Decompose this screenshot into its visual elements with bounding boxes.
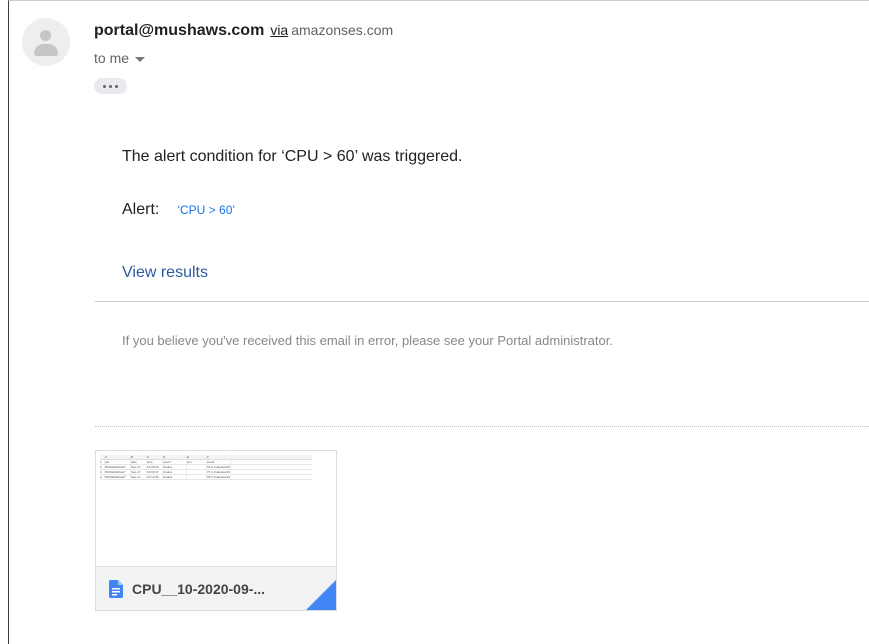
sheet-header-cell: C — [147, 455, 163, 459]
avatar-body-icon — [34, 44, 58, 56]
recipient-label: to me — [94, 50, 130, 66]
attachment-filename: CPU__10-2020-09-... — [132, 580, 266, 597]
attachment-corner-fold — [306, 580, 336, 610]
view-results-link[interactable]: View results — [122, 264, 208, 282]
sheet-cell: report — [163, 460, 187, 464]
attachment-card[interactable]: A B C D E F 1 uid date time report cpu email 2 5063a6b… — [95, 450, 337, 611]
sender-avatar[interactable] — [22, 18, 70, 66]
sheet-row: 4 5063a6b4fca27 Sep-17 10:12:36 chakra 55.3 c… — [100, 475, 312, 480]
dot-icon — [103, 84, 106, 88]
sheet-cell: Sep-17 — [131, 475, 147, 479]
via-link[interactable]: via — [270, 22, 288, 38]
show-trimmed-content-button[interactable] — [94, 78, 127, 94]
disclaimer-text: If you believe you've received this emai… — [122, 333, 613, 348]
sheet-cell: 5063a6b4fca27 — [105, 465, 131, 469]
sheet-cell: email — [207, 460, 231, 464]
sheet-header-cell: E — [187, 455, 207, 459]
divider — [95, 301, 869, 302]
sheet-cell: 10:12:36 — [147, 475, 163, 479]
sheet-cell: 10:09:36 — [147, 465, 163, 469]
sheet-header-cell: D — [163, 455, 187, 459]
sheet-cell: 52.9 chakravarthi@gm — [207, 465, 231, 469]
sheet-cell: 5063a6b4fca27 — [105, 470, 131, 474]
alert-link[interactable]: ‘CPU > 60’ — [177, 203, 235, 217]
sheet-cell: 10:09:37 — [147, 470, 163, 474]
sheet-cell: chakra — [163, 475, 187, 479]
sheet-cell: chakra — [163, 470, 187, 474]
sender-address[interactable]: portal@mushaws.com — [94, 22, 264, 39]
attachment-name-bar: CPU__10-2020-09-... — [96, 567, 336, 610]
via-domain: amazonses.com — [291, 22, 394, 38]
sheet-cell — [187, 470, 207, 474]
sheet-cell: cpu — [187, 460, 207, 464]
alert-message: The alert condition for ‘CPU > 60’ was t… — [122, 148, 463, 165]
dot-icon — [115, 84, 118, 88]
spreadsheet-preview: A B C D E F 1 uid date time report cpu email 2 5063a6b… — [100, 455, 312, 480]
sheet-cell: 5063a6b4fca27 — [105, 475, 131, 479]
sheet-header-cell: F — [207, 455, 231, 459]
doc-icon — [109, 579, 123, 598]
avatar-head-icon — [40, 30, 51, 41]
sheet-header-cell: A — [105, 455, 131, 459]
sheet-header-cell: B — [131, 455, 147, 459]
sheet-cell — [187, 465, 207, 469]
chevron-down-icon[interactable] — [135, 56, 146, 62]
sheet-cell: Sep-17 — [131, 465, 147, 469]
sheet-cell: uid — [105, 460, 131, 464]
alert-row: Alert: ‘CPU > 60’ — [122, 201, 235, 219]
attachment-divider — [95, 426, 869, 427]
recipient-dropdown[interactable]: to me — [94, 49, 146, 67]
dot-icon — [109, 84, 112, 88]
sheet-cell: Sep-17 — [131, 470, 147, 474]
sheet-cell: date — [131, 460, 147, 464]
sheet-cell: 77.1 chakravarthi@gm — [207, 470, 231, 474]
attachment-preview: A B C D E F 1 uid date time report cpu email 2 5063a6b… — [96, 451, 336, 567]
alert-label: Alert: — [122, 201, 160, 218]
sheet-cell — [187, 475, 207, 479]
sheet-cell: chakra — [163, 465, 187, 469]
sender-line: portal@mushaws.com via amazonses.com — [94, 20, 393, 41]
sheet-cell: time — [147, 460, 163, 464]
sheet-cell: 55.3 chakravarthi@gm — [207, 475, 231, 479]
